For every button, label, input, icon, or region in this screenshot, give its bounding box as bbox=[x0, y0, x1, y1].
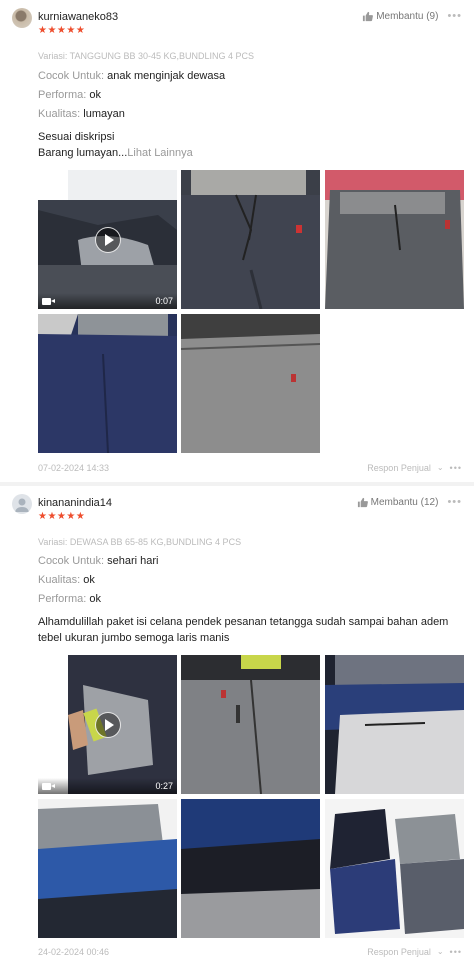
review-photo[interactable] bbox=[181, 314, 320, 453]
comment-line: Alhamdulillah paket isi celana pendek pe… bbox=[38, 616, 449, 628]
attr-row: Cocok Untuk: sehari hari bbox=[38, 555, 158, 567]
attr-row: Kualitas: ok bbox=[38, 574, 95, 586]
see-more-link[interactable]: Lihat Lainnya bbox=[127, 147, 192, 159]
seller-response-toggle[interactable]: Respon Penjual ⌄ ••• bbox=[367, 463, 462, 473]
seller-response-label: Respon Penjual bbox=[367, 463, 431, 473]
attr-value: anak menginjak dewasa bbox=[107, 70, 226, 82]
thumbs-up-icon bbox=[357, 497, 368, 507]
reviewer-username[interactable]: kinananindia14 bbox=[38, 497, 112, 509]
more-dots-icon[interactable]: ••• bbox=[450, 947, 462, 957]
more-dots-icon[interactable]: ••• bbox=[450, 463, 462, 473]
attr-value: ok bbox=[89, 89, 101, 101]
more-dots-icon[interactable]: ••• bbox=[447, 10, 462, 22]
play-icon[interactable] bbox=[95, 227, 121, 253]
rating-stars: ★★★★★ bbox=[38, 25, 86, 36]
comment-line: Sesuai diskripsi bbox=[38, 131, 115, 143]
review-photo[interactable] bbox=[325, 170, 464, 309]
attr-key: Kualitas: bbox=[38, 108, 81, 120]
chevron-down-icon: ⌄ bbox=[436, 463, 444, 472]
review-video[interactable]: 0:07 bbox=[38, 170, 177, 309]
photo-image bbox=[181, 170, 320, 309]
photo-image bbox=[181, 314, 320, 453]
video-camera-icon bbox=[42, 783, 55, 790]
attr-key: Kualitas: bbox=[38, 574, 81, 586]
more-dots-icon[interactable]: ••• bbox=[447, 496, 462, 508]
helpful-label: Membantu (9) bbox=[376, 10, 439, 22]
photo-image bbox=[38, 799, 177, 938]
review-photo[interactable] bbox=[181, 170, 320, 309]
review-card: kinananindia14 ★★★★★ Membantu (12) ••• V… bbox=[0, 486, 474, 967]
attr-row: Performa: ok bbox=[38, 593, 101, 605]
comment-line: tebel ukuran jumbo semoga laris manis bbox=[38, 632, 230, 644]
attr-value: ok bbox=[83, 574, 95, 586]
review-video[interactable]: 0:27 bbox=[38, 655, 177, 794]
photo-image bbox=[325, 799, 464, 938]
attr-row: Kualitas: lumayan bbox=[38, 108, 125, 120]
video-duration: 0:27 bbox=[155, 781, 173, 791]
review-photo[interactable] bbox=[38, 314, 177, 453]
avatar[interactable] bbox=[12, 8, 32, 28]
photo-image bbox=[181, 799, 320, 938]
review-comment: Alhamdulillah paket isi celana pendek pe… bbox=[38, 614, 458, 646]
attr-row: Cocok Untuk: anak menginjak dewasa bbox=[38, 70, 225, 82]
photo-image bbox=[325, 170, 464, 309]
review-photo[interactable] bbox=[325, 655, 464, 794]
variant-text: Variasi: DEWASA BB 65-85 KG,BUNDLING 4 P… bbox=[38, 537, 242, 547]
review-photo[interactable] bbox=[181, 655, 320, 794]
photo-image bbox=[38, 314, 177, 453]
video-duration: 0:07 bbox=[155, 296, 173, 306]
user-icon bbox=[15, 498, 29, 512]
attr-key: Performa: bbox=[38, 593, 87, 605]
photo-image bbox=[181, 655, 320, 794]
attr-row: Performa: ok bbox=[38, 89, 101, 101]
attr-value: lumayan bbox=[83, 108, 125, 120]
photo-image bbox=[325, 655, 464, 794]
review-photo[interactable] bbox=[181, 799, 320, 938]
review-card: kurniawaneko83 ★★★★★ Membantu (9) ••• Va… bbox=[0, 0, 474, 482]
helpful-button[interactable]: Membantu (12) ••• bbox=[357, 496, 462, 508]
attr-key: Cocok Untuk: bbox=[38, 555, 105, 567]
review-date: 07-02-2024 14:33 bbox=[38, 463, 110, 473]
seller-response-toggle[interactable]: Respon Penjual ⌄ ••• bbox=[367, 947, 462, 957]
rating-stars: ★★★★★ bbox=[38, 511, 86, 522]
reviewer-username[interactable]: kurniawaneko83 bbox=[38, 11, 118, 23]
attr-value: ok bbox=[89, 593, 101, 605]
video-camera-icon bbox=[42, 298, 55, 305]
chevron-down-icon: ⌄ bbox=[436, 947, 444, 956]
play-icon[interactable] bbox=[95, 712, 121, 738]
helpful-label: Membantu (12) bbox=[370, 496, 439, 508]
attr-value: sehari hari bbox=[107, 555, 159, 567]
comment-line: Barang lumayan...Lihat Lainnya bbox=[38, 147, 193, 159]
review-photo[interactable] bbox=[38, 799, 177, 938]
avatar[interactable] bbox=[12, 494, 32, 514]
review-comment: Sesuai diskripsi Barang lumayan...Lihat … bbox=[38, 129, 458, 161]
helpful-button[interactable]: Membantu (9) ••• bbox=[362, 10, 462, 22]
attr-key: Performa: bbox=[38, 89, 87, 101]
review-photo[interactable] bbox=[325, 799, 464, 938]
review-date: 24-02-2024 00:46 bbox=[38, 947, 110, 957]
thumbs-up-icon bbox=[363, 11, 374, 21]
seller-response-label: Respon Penjual bbox=[367, 947, 431, 957]
attr-key: Cocok Untuk: bbox=[38, 70, 105, 82]
variant-text: Variasi: TANGGUNG BB 30-45 KG,BUNDLING 4… bbox=[38, 51, 255, 61]
